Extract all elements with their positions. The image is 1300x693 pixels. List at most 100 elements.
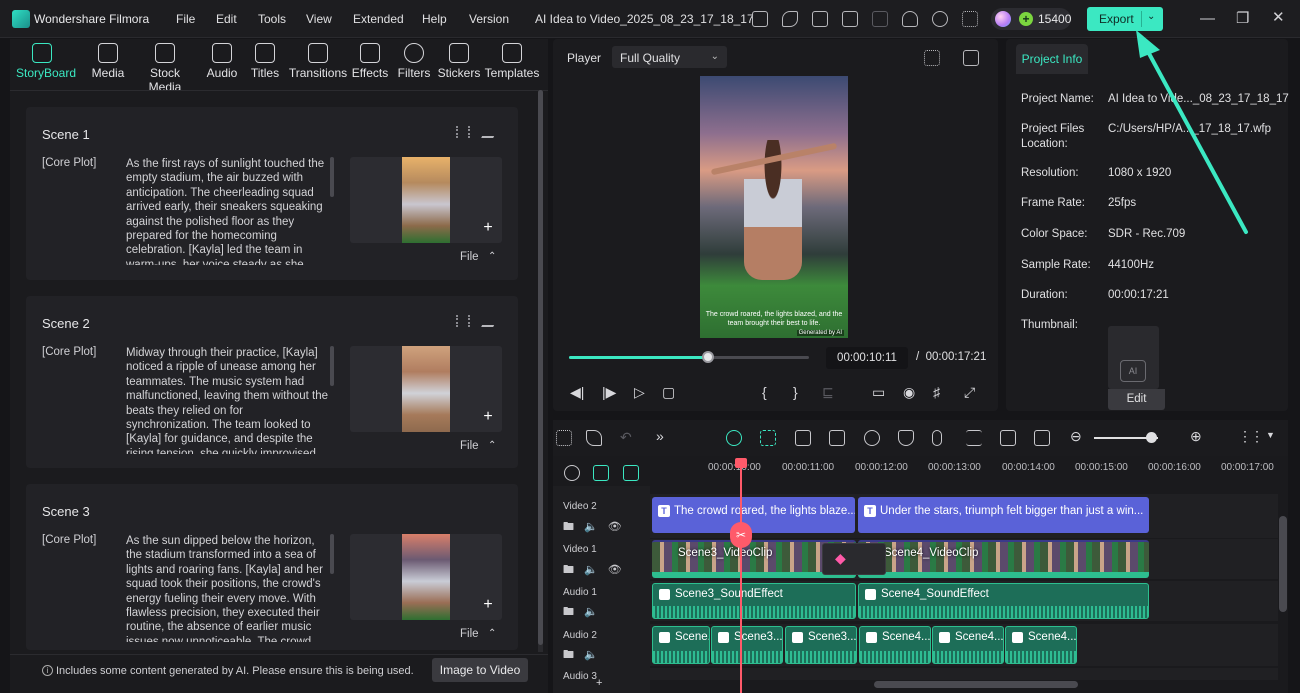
add-track-icon[interactable]: + (596, 677, 602, 689)
tool-media[interactable]: Media (82, 43, 134, 80)
tool-templates[interactable]: Templates (484, 43, 540, 80)
current-time[interactable]: 00:00:10:11 (826, 347, 908, 369)
tool-transitions[interactable]: Transitions (288, 43, 348, 80)
scissors-icon[interactable]: ✂ (730, 522, 752, 548)
storyboard-scrollbar[interactable] (538, 90, 543, 652)
audio-clip[interactable]: Scene4_SoundEffect (858, 583, 1149, 619)
scene-text[interactable]: As the sun dipped below the horizon, the… (126, 534, 328, 642)
timeline-horizontal-scrollbar[interactable] (874, 681, 1078, 688)
apps-grid-icon[interactable] (962, 11, 978, 27)
export-button[interactable]: Export ⌄ (1087, 7, 1163, 31)
compare-view-icon[interactable] (924, 50, 940, 66)
audio-clip[interactable]: Scene4... (859, 626, 931, 664)
timeline-vertical-scrollbar[interactable] (1279, 516, 1287, 612)
mark-out-icon[interactable]: } (793, 384, 798, 400)
zoom-out-icon[interactable]: ⊖ (1070, 428, 1082, 445)
next-frame-icon[interactable]: |▶ (602, 384, 616, 401)
select-pointer-icon[interactable] (586, 430, 602, 446)
scene-card-3[interactable]: Scene 3 [Core Plot] As the sun dipped be… (26, 484, 518, 650)
menu-version[interactable]: Version (469, 12, 509, 26)
ai-mate-icon[interactable] (726, 430, 742, 446)
scene-card-2[interactable]: Scene 2 [Core Plot] Midway through their… (26, 296, 518, 468)
prev-frame-icon[interactable]: ◀| (570, 384, 584, 401)
folder-icon[interactable]: 🖿 (563, 521, 584, 533)
chevron-down-icon[interactable]: ⌄ (1147, 11, 1155, 22)
track-controls-video-2[interactable]: 🖿🔈👁 (563, 518, 632, 537)
headset-icon[interactable] (932, 11, 948, 27)
chevron-up-icon[interactable]: ⌃ (488, 251, 496, 262)
audio-clip[interactable]: Scene4... (1005, 626, 1077, 664)
shield-icon[interactable] (898, 430, 914, 446)
tool-stock-media[interactable]: Stock Media (132, 43, 198, 94)
playback-progress[interactable] (569, 351, 809, 363)
scene-text-scrollbar[interactable] (330, 157, 334, 197)
layout-grid-icon[interactable] (556, 430, 572, 446)
scene-text[interactable]: Midway through their practice, [Kayla] n… (126, 346, 328, 454)
auto-ripple-icon[interactable] (593, 465, 609, 481)
video-preview[interactable]: The crowd roared, the lights blazed, and… (700, 76, 848, 338)
tab-project-info[interactable]: Project Info (1016, 44, 1088, 74)
tool-stickers[interactable]: Stickers (433, 43, 485, 80)
file-label[interactable]: File (460, 251, 479, 263)
title-clip[interactable]: T Under the stars, triumph felt bigger th… (858, 497, 1149, 533)
save-icon[interactable] (872, 11, 888, 27)
insert-icon[interactable]: ⊑ (822, 384, 834, 401)
chevron-up-icon[interactable]: ⌃ (488, 440, 496, 451)
play-icon[interactable]: ▷ (634, 384, 645, 401)
track-controls-audio-1[interactable]: 🖿🔈 (563, 603, 608, 622)
display-icon[interactable]: ▭ (872, 384, 885, 401)
fullscreen-icon[interactable]: ⤢ (964, 384, 975, 401)
playhead-handle[interactable] (735, 458, 747, 468)
stop-icon[interactable]: ▢ (662, 384, 675, 401)
waveform-icon[interactable] (456, 126, 470, 138)
waveform-icon[interactable] (456, 315, 470, 327)
audio-clip[interactable]: Scene3... (785, 626, 857, 664)
subtitle-list-icon[interactable] (966, 430, 982, 446)
quality-select[interactable]: Full Quality ⌄ (612, 46, 727, 68)
tool-titles[interactable]: Titles (239, 43, 291, 80)
link-unlink-icon[interactable] (564, 465, 580, 481)
send-icon[interactable] (782, 11, 798, 27)
eye-icon[interactable]: 👁 (608, 521, 632, 533)
cloud-upload-icon[interactable] (902, 11, 918, 27)
add-icon[interactable]: + (480, 409, 496, 426)
minimize-icon[interactable]: — (1200, 10, 1215, 27)
scrollbar-thumb[interactable] (538, 90, 543, 645)
audio-clip[interactable]: Scene4... (932, 626, 1004, 664)
transition-marker[interactable]: ◆ (822, 543, 886, 575)
menu-view[interactable]: View (306, 12, 332, 26)
title-clip[interactable]: T The crowd roared, the lights blaze... (652, 497, 855, 533)
folder-icon[interactable]: 🖿 (563, 564, 584, 576)
maximize-icon[interactable]: ❐ (1236, 9, 1249, 27)
add-icon[interactable]: + (480, 597, 496, 614)
scene-text-scrollbar[interactable] (330, 346, 334, 386)
chevron-down-icon[interactable]: ▼ (1266, 430, 1275, 440)
audio-clip[interactable]: Scene3... (711, 626, 783, 664)
speaker-icon[interactable]: 🔈 (584, 649, 608, 661)
chevron-up-icon[interactable]: ⌃ (488, 628, 496, 639)
menu-edit[interactable]: Edit (216, 12, 237, 26)
eye-icon[interactable]: 👁 (608, 564, 632, 576)
edit-pencil-icon[interactable] (481, 126, 499, 138)
speaker-icon[interactable]: 🔈 (584, 521, 608, 533)
track-controls-audio-2[interactable]: 🖿🔈 (563, 646, 608, 665)
undo-icon[interactable]: ↶ (620, 429, 632, 446)
add-icon[interactable]: + (480, 220, 496, 237)
camera-icon[interactable]: ◉ (903, 384, 915, 401)
smart-cut-icon[interactable] (760, 430, 776, 446)
menu-tools[interactable]: Tools (258, 12, 286, 26)
layout-icon[interactable] (842, 11, 858, 27)
clock-tracking-icon[interactable] (1000, 430, 1016, 446)
menu-file[interactable]: File (176, 12, 195, 26)
speaker-icon[interactable]: 🔈 (584, 606, 608, 618)
fit-width-icon[interactable] (1034, 430, 1050, 446)
track-controls-video-1[interactable]: 🖿🔈👁 (563, 561, 632, 580)
speaker-icon[interactable]: 🔈 (584, 564, 608, 576)
snapshot-image-icon[interactable] (963, 50, 979, 66)
folder-icon[interactable]: 🖿 (563, 649, 584, 661)
volume-icon[interactable]: ♯ (933, 384, 940, 400)
image-to-video-button[interactable]: Image to Video (432, 658, 528, 682)
track-settings-icon[interactable]: ⋮⋮ (1238, 428, 1264, 445)
more-tools-icon[interactable]: » (656, 428, 664, 444)
ai-video-icon[interactable] (829, 430, 845, 446)
